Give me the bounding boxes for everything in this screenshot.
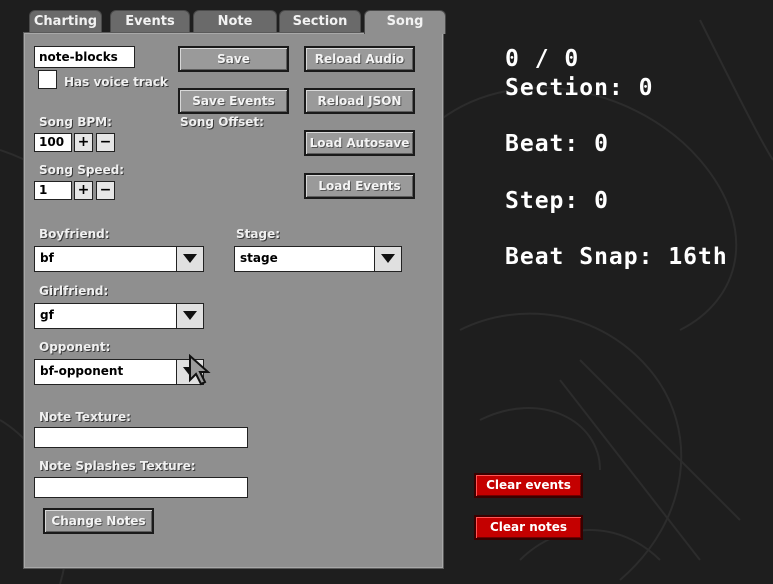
song-bpm-stepper[interactable]: 100 [34,133,72,152]
chevron-down-icon[interactable] [176,247,203,271]
clear-notes-button[interactable]: Clear notes [474,515,583,540]
load-events-button[interactable]: Load Events [304,173,415,199]
speed-increase-button[interactable]: + [74,181,93,200]
chevron-down-icon[interactable] [176,304,203,328]
song-bpm-label: Song BPM: [39,115,112,129]
boyfriend-label: Boyfriend: [39,227,110,241]
tab-section[interactable]: Section [279,10,361,33]
song-speed-label: Song Speed: [39,163,125,177]
voice-track-label: Has voice track [64,75,168,89]
song-offset-label: Song Offset: [180,115,264,129]
girlfriend-dropdown[interactable]: gf [34,303,204,329]
voice-track-checkbox[interactable] [38,70,57,89]
tab-events[interactable]: Events [110,10,190,33]
note-splashes-texture-label: Note Splashes Texture: [39,459,196,473]
beat-snap-display: Beat Snap: 16th [505,244,728,270]
girlfriend-label: Girlfriend: [39,284,109,298]
beat-display: Beat: 0 [505,131,609,157]
tab-note[interactable]: Note [193,10,277,33]
change-notes-button[interactable]: Change Notes [43,508,154,534]
song-speed-stepper[interactable]: 1 [34,181,72,200]
opponent-value: bf-opponent [40,364,124,378]
girlfriend-value: gf [40,308,54,322]
clear-events-button[interactable]: Clear events [474,473,583,498]
stage-value: stage [240,251,278,265]
opponent-label: Opponent: [39,340,111,354]
boyfriend-dropdown[interactable]: bf [34,246,204,272]
reload-audio-button[interactable]: Reload Audio [304,46,415,72]
song-name-input[interactable]: note-blocks [34,46,135,68]
stage-label: Stage: [236,227,281,241]
song-time-display: 0 / 0 [505,46,580,72]
speed-decrease-button[interactable]: − [96,181,115,200]
bpm-decrease-button[interactable]: − [96,133,115,152]
save-events-button[interactable]: Save Events [178,88,289,114]
section-display: Section: 0 [505,75,654,101]
load-autosave-button[interactable]: Load Autosave [304,130,415,156]
chevron-down-icon[interactable] [374,247,401,271]
boyfriend-value: bf [40,251,54,265]
reload-json-button[interactable]: Reload JSON [304,88,415,114]
mouse-cursor-icon [189,354,211,386]
step-display: Step: 0 [505,188,609,214]
opponent-dropdown[interactable]: bf-opponent [34,359,204,385]
note-texture-input[interactable] [34,427,248,448]
save-button[interactable]: Save [178,46,289,72]
tab-charting[interactable]: Charting [29,10,102,33]
tab-song[interactable]: Song [364,10,446,34]
bpm-increase-button[interactable]: + [74,133,93,152]
stage-dropdown[interactable]: stage [234,246,402,272]
note-texture-label: Note Texture: [39,410,131,424]
note-splashes-texture-input[interactable] [34,477,248,498]
